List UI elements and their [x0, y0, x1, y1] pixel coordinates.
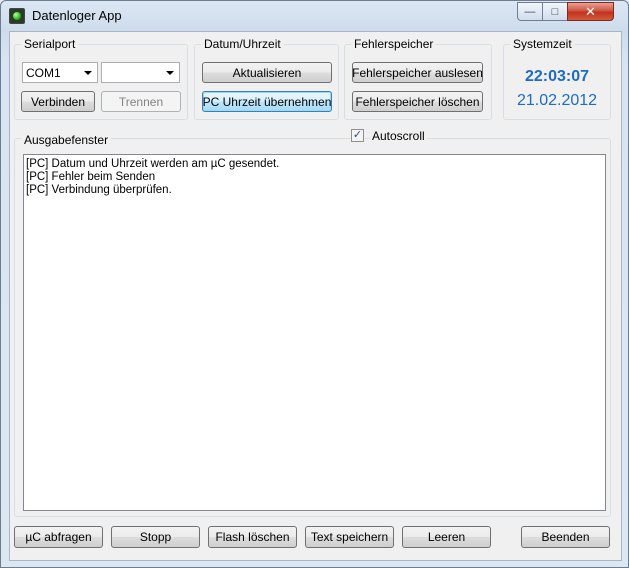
client-area: Serialport COM1 Verbinden Trennen Datum/…	[9, 31, 622, 561]
disconnect-button[interactable]: Trennen	[101, 91, 181, 112]
port-select-value: COM1	[26, 65, 61, 80]
autoscroll-checkbox[interactable]: ✓	[351, 129, 364, 142]
exit-button[interactable]: Beenden	[521, 526, 610, 548]
output-textbox[interactable]: [PC] Datum und Uhrzeit werden am µC gese…	[23, 154, 606, 511]
system-time: 22:03:07	[524, 68, 590, 85]
minimize-icon: —	[524, 5, 536, 18]
serialport-group: Serialport COM1 Verbinden Trennen	[14, 37, 188, 120]
errormem-label: Fehlerspeicher	[351, 37, 437, 51]
refresh-time-button[interactable]: Aktualisieren	[202, 62, 332, 83]
output-line: [PC] Fehler beim Senden	[26, 171, 156, 183]
take-pc-time-button[interactable]: PC Uhrzeit übernehmen	[202, 91, 332, 112]
app-icon	[9, 8, 25, 24]
port-select[interactable]: COM1	[22, 62, 98, 83]
checkmark-icon: ✓	[352, 129, 363, 141]
stop-button[interactable]: Stopp	[111, 526, 200, 548]
autoscroll-label: Autoscroll	[370, 129, 427, 143]
save-text-button[interactable]: Text speichern	[305, 526, 394, 548]
chevron-down-icon	[166, 71, 174, 75]
errormem-group: Fehlerspeicher Fehlerspeicher auslesen F…	[344, 37, 492, 120]
output-line: [PC] Verbindung überprüfen.	[26, 184, 172, 196]
maximize-button[interactable]: □	[542, 2, 568, 21]
clear-errormem-button[interactable]: Fehlerspeicher löschen	[352, 91, 483, 112]
window-title: Datenloger App	[32, 8, 122, 23]
title-bar[interactable]: Datenloger App — □ ✕	[1, 1, 628, 31]
query-uc-button[interactable]: µC abfragen	[14, 526, 103, 548]
output-line: [PC] Datum und Uhrzeit werden am µC gese…	[26, 158, 280, 170]
datetime-group: Datum/Uhrzeit Aktualisieren PC Uhrzeit ü…	[194, 37, 339, 120]
clear-output-button[interactable]: Leeren	[402, 526, 491, 548]
flash-clear-button[interactable]: Flash löschen	[208, 526, 297, 548]
maximize-icon: □	[551, 5, 559, 18]
serialport-label: Serialport	[21, 37, 79, 51]
close-button[interactable]: ✕	[567, 2, 614, 21]
output-label: Ausgabefenster	[21, 133, 112, 147]
system-date: 21.02.2012	[516, 92, 598, 109]
read-errormem-button[interactable]: Fehlerspeicher auslesen	[352, 62, 483, 83]
minimize-button[interactable]: —	[517, 2, 543, 21]
app-window: Datenloger App — □ ✕ Serialport COM1 Ver…	[0, 0, 629, 568]
connect-button[interactable]: Verbinden	[21, 91, 95, 112]
baud-select[interactable]	[101, 62, 180, 83]
systime-label: Systemzeit	[510, 37, 575, 51]
systime-group: Systemzeit 22:03:07 21.02.2012	[503, 37, 611, 120]
datetime-label: Datum/Uhrzeit	[201, 37, 284, 51]
close-icon: ✕	[585, 3, 596, 19]
chevron-down-icon	[84, 71, 92, 75]
